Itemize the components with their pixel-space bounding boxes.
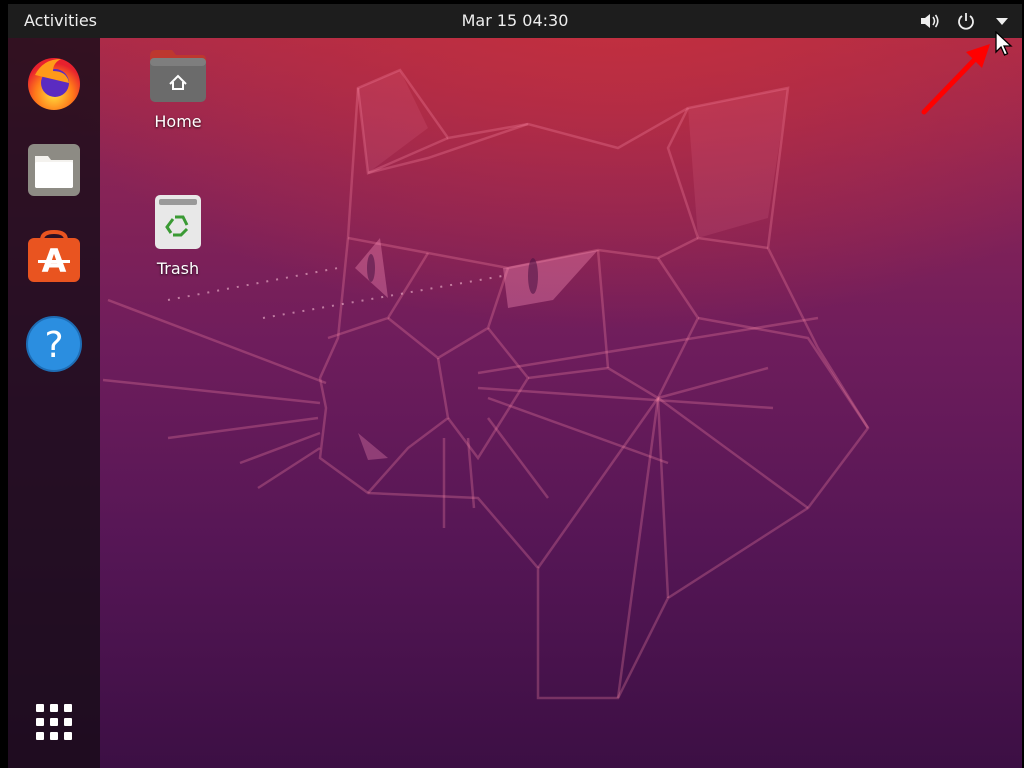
desktop-icon-label: Trash (156, 259, 200, 278)
files-icon (28, 144, 80, 196)
volume-icon (921, 14, 939, 28)
help-icon: ? (26, 316, 82, 372)
app-grid-icon (36, 704, 72, 740)
annotation-arrow-icon (921, 44, 990, 115)
activities-button[interactable]: Activities (24, 4, 97, 38)
software-store-icon: A (28, 229, 80, 282)
dock: A ? (8, 38, 100, 768)
top-bar: Activities Mar 15 04:30 (8, 4, 1022, 38)
dock-item-files[interactable] (24, 140, 84, 200)
volume-indicator[interactable] (920, 11, 940, 31)
chevron-down-icon (996, 18, 1008, 25)
system-menu-button[interactable] (992, 11, 1012, 31)
power-indicator[interactable] (956, 11, 976, 31)
desktop-icon-label: Home (154, 112, 202, 131)
desktop-icon-trash[interactable]: Trash (133, 193, 223, 278)
wallpaper-cat-art (102, 68, 870, 700)
show-applications-button[interactable] (24, 692, 84, 752)
dock-item-firefox[interactable] (24, 52, 84, 112)
trash-icon (155, 195, 201, 249)
desktop[interactable]: Home Trash (8, 38, 1022, 768)
dock-item-software[interactable]: A (24, 226, 84, 286)
help-glyph: ? (44, 325, 63, 366)
home-folder-icon (150, 50, 206, 102)
dock-item-help[interactable]: ? (24, 314, 84, 374)
power-icon (958, 13, 974, 30)
desktop-icon-home[interactable]: Home (133, 48, 223, 131)
firefox-icon (28, 58, 80, 110)
mouse-cursor-icon (995, 31, 1013, 56)
clock[interactable]: Mar 15 04:30 (462, 11, 569, 30)
